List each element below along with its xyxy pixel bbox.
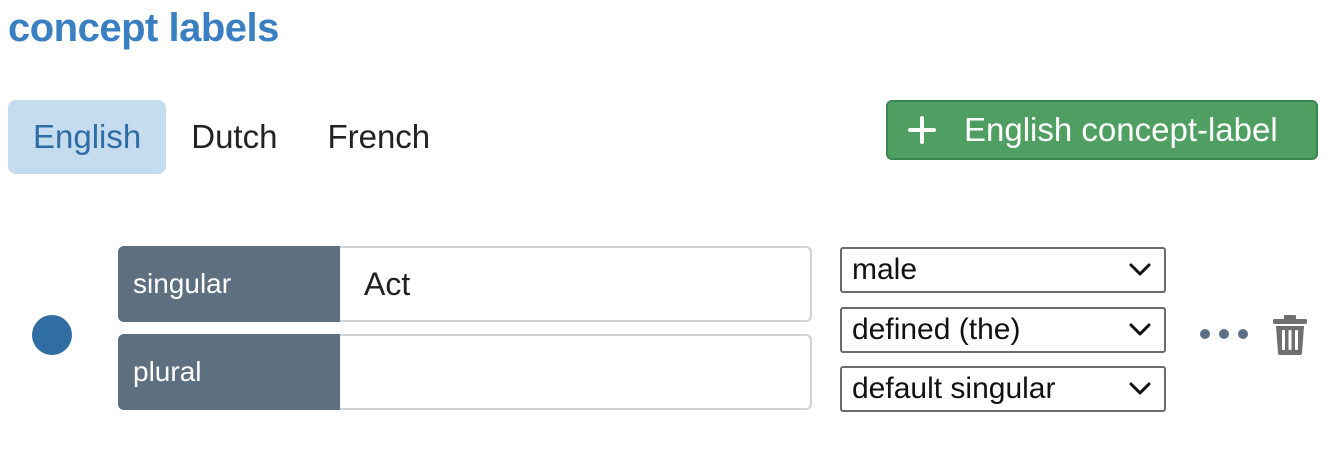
number-select-value: default singular [852, 372, 1056, 405]
status-dot [32, 315, 72, 355]
chevron-down-icon [1128, 318, 1152, 342]
gender-select[interactable]: male [840, 247, 1166, 293]
chevron-down-icon [1128, 258, 1152, 282]
page-title: concept labels [8, 6, 279, 50]
singular-field-group: singular [118, 246, 812, 322]
gender-select-value: male [852, 253, 918, 286]
article-select[interactable]: defined (the) [840, 307, 1166, 353]
plural-input[interactable] [340, 334, 812, 410]
more-horizontal-icon[interactable] [1200, 322, 1248, 346]
plural-label: plural [118, 334, 340, 410]
add-concept-label-button[interactable]: English concept-label [886, 100, 1318, 160]
singular-label: singular [118, 246, 340, 322]
chevron-down-icon [1128, 377, 1152, 401]
trash-icon[interactable] [1270, 314, 1310, 356]
article-select-value: defined (the) [852, 313, 1021, 346]
number-select[interactable]: default singular [840, 366, 1166, 412]
singular-input[interactable] [340, 246, 812, 322]
more-dot [1219, 329, 1229, 339]
tab-english[interactable]: English [8, 100, 167, 174]
plural-field-group: plural [118, 334, 812, 410]
add-concept-label-button-label: English concept-label [964, 111, 1278, 148]
plus-icon [908, 116, 936, 144]
tab-dutch[interactable]: Dutch [166, 100, 302, 174]
more-dot [1200, 329, 1210, 339]
tab-french[interactable]: French [302, 100, 455, 174]
language-tabs: English Dutch French [8, 100, 455, 174]
more-dot [1238, 329, 1248, 339]
concept-labels-panel: concept labels English Dutch French Engl… [0, 0, 1330, 474]
